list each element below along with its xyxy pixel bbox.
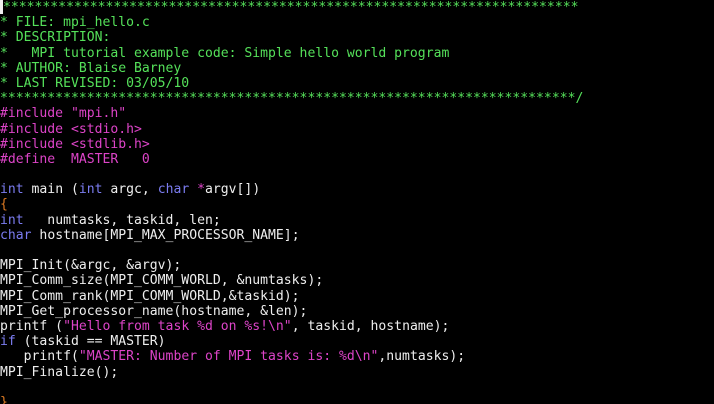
code-line[interactable]: #include <stdio.h> xyxy=(0,122,714,137)
code-line[interactable]: * AUTHOR: Blaise Barney xyxy=(0,61,714,76)
code-token-comment: ****************************************… xyxy=(0,91,584,107)
code-token-plain: printf ( xyxy=(0,318,64,334)
code-line[interactable]: if (taskid == MASTER) xyxy=(0,334,714,349)
code-token-keyword: char xyxy=(0,227,32,243)
code-line[interactable]: #define MASTER 0 xyxy=(0,152,714,167)
code-token-comment: * LAST REVISED: 03/05/10 xyxy=(0,75,190,91)
code-token-plain: MPI_Get_processor_name(hostname, &len); xyxy=(0,303,308,319)
code-token-plain: argv[]) xyxy=(205,182,261,198)
code-token-preprocessor: #include <stdio.h> xyxy=(0,121,142,137)
code-token-preprocessor: * xyxy=(197,182,206,198)
code-token-plain: MPI_Init(&argc, &argv); xyxy=(0,258,182,274)
code-token-plain: argc, xyxy=(102,182,158,198)
code-line[interactable]: ****************************************… xyxy=(0,0,714,15)
code-line[interactable]: * MPI tutorial example code: Simple hell… xyxy=(0,46,714,61)
code-line[interactable]: int main (int argc, char *argv[]) xyxy=(0,182,714,197)
code-line[interactable]: ****************************************… xyxy=(0,91,714,106)
code-line[interactable] xyxy=(0,243,714,258)
code-token-plain: MPI_Finalize(); xyxy=(0,364,119,380)
code-token-keyword: int xyxy=(0,212,24,228)
code-token-string: "MASTER: Number of MPI tasks is: %d\n" xyxy=(78,349,379,365)
code-line[interactable]: printf("MASTER: Number of MPI tasks is: … xyxy=(0,349,714,364)
code-token-keyword: int xyxy=(0,182,24,198)
code-line[interactable]: } xyxy=(0,395,714,404)
code-token-plain: MPI_Comm_rank(MPI_COMM_WORLD,&taskid); xyxy=(0,288,300,304)
code-token-plain: , taskid, hostname); xyxy=(291,318,450,334)
code-token-brace: { xyxy=(0,197,8,213)
code-line[interactable] xyxy=(0,380,714,395)
code-line[interactable]: MPI_Get_processor_name(hostname, &len); xyxy=(0,304,714,319)
code-token-plain: main ( xyxy=(23,182,79,198)
code-line[interactable]: MPI_Init(&argc, &argv); xyxy=(0,258,714,273)
code-token-comment: ****************************************… xyxy=(3,0,579,15)
code-token-keyword: char xyxy=(157,182,190,198)
code-token-plain: printf( xyxy=(0,349,79,365)
code-line[interactable]: { xyxy=(0,197,714,212)
code-line[interactable]: * LAST REVISED: 03/05/10 xyxy=(0,76,714,91)
code-token-brace: } xyxy=(0,394,8,404)
code-token-comment: * FILE: mpi_hello.c xyxy=(0,15,150,31)
code-line[interactable]: MPI_Comm_size(MPI_COMM_WORLD, &numtasks)… xyxy=(0,273,714,288)
code-line[interactable]: int numtasks, taskid, len; xyxy=(0,213,714,228)
code-token-string: "Hello from task %d on %s!\n" xyxy=(63,318,292,334)
code-token-keyword: if xyxy=(0,334,16,350)
code-line[interactable]: char hostname[MPI_MAX_PROCESSOR_NAME]; xyxy=(0,228,714,243)
code-token-plain: MPI_Comm_size(MPI_COMM_WORLD, &numtasks)… xyxy=(0,273,324,289)
code-token-plain: (taskid == MASTER) xyxy=(15,334,166,350)
code-token-preprocessor: #include <stdlib.h> xyxy=(0,136,150,152)
terminal-editor[interactable]: ****************************************… xyxy=(0,0,714,404)
code-line[interactable]: * FILE: mpi_hello.c xyxy=(0,15,714,30)
code-token-comment: * MPI tutorial example code: Simple hell… xyxy=(0,45,450,61)
code-line[interactable]: #include "mpi.h" xyxy=(0,106,714,121)
code-token-preprocessor: #include "mpi.h" xyxy=(0,106,127,122)
code-token-plain: ,numtasks); xyxy=(378,349,466,365)
code-line[interactable]: MPI_Comm_rank(MPI_COMM_WORLD,&taskid); xyxy=(0,289,714,304)
code-line[interactable]: printf ("Hello from task %d on %s!\n", t… xyxy=(0,319,714,334)
code-token-plain: hostname[MPI_MAX_PROCESSOR_NAME]; xyxy=(31,227,300,243)
code-token-preprocessor: #define MASTER 0 xyxy=(0,151,150,167)
code-token-comment: * AUTHOR: Blaise Barney xyxy=(0,60,182,76)
code-line[interactable]: MPI_Finalize(); xyxy=(0,365,714,380)
code-token-keyword: int xyxy=(78,182,103,198)
code-line[interactable]: * DESCRIPTION: xyxy=(0,30,714,45)
code-line[interactable] xyxy=(0,167,714,182)
code-token-plain: numtasks, taskid, len; xyxy=(23,212,221,228)
code-token-comment: * DESCRIPTION: xyxy=(0,30,111,46)
code-line[interactable]: #include <stdlib.h> xyxy=(0,137,714,152)
